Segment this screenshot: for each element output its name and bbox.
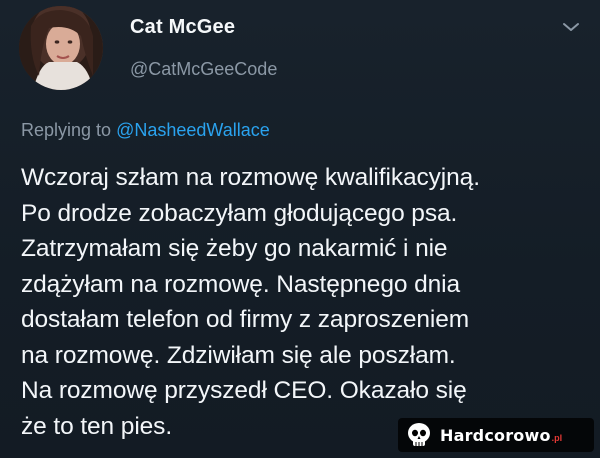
reply-handle-link[interactable]: @NasheedWallace [116,120,270,140]
skull-icon [408,423,430,446]
watermark-name: Hardcorowo [440,425,551,445]
author-handle[interactable]: @CatMcGeeCode [130,59,277,80]
chevron-down-icon[interactable] [562,20,580,34]
replying-to: Replying to @NasheedWallace [21,120,270,141]
replying-to-label: Replying to [21,120,117,140]
avatar-photo [19,6,103,90]
tweet-card: Cat McGee @CatMcGeeCode Replying to @Nas… [0,0,600,458]
author-display-name[interactable]: Cat McGee [130,16,235,39]
tweet-text: Wczoraj szłam na rozmowę kwalifikacyjną.… [21,164,480,440]
watermark-suffix: .pl [551,433,563,443]
avatar[interactable] [19,6,103,90]
watermark: Hardcorowo .pl [398,418,594,452]
